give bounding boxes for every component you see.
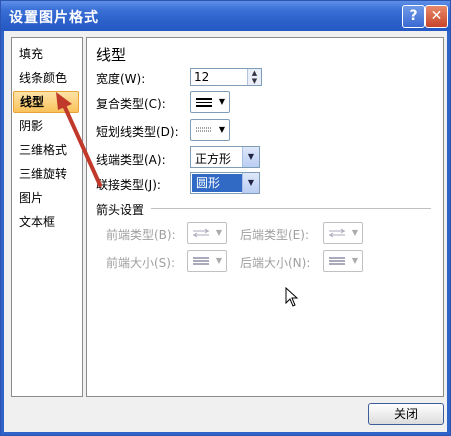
section-title: 线型 — [96, 46, 127, 64]
arrow-style-icon — [193, 228, 209, 238]
begin-size-dropdown[interactable]: ▼ — [187, 250, 227, 272]
window-title: 设置图片格式 — [9, 10, 99, 26]
chevron-down-icon: ▼ — [215, 228, 222, 237]
nav-item-picture[interactable]: 图片 — [19, 189, 43, 207]
dash-type-dropdown[interactable]: ▼ — [190, 119, 230, 141]
begin-size-label: 前端大小(S): — [106, 256, 176, 270]
nav-item-shadow[interactable]: 阴影 — [19, 117, 43, 135]
line-style-panel: 线型 宽度(W): 12 ▲ ▼ 复合类型(C): ▼ 短划线类型(D): ▼ 线 — [86, 37, 444, 397]
cap-type-label: 线端类型(A): — [96, 153, 166, 167]
compound-type-dropdown[interactable]: ▼ — [190, 91, 230, 113]
width-value: 12 — [194, 70, 210, 84]
nav-item-3d-rotation[interactable]: 三维旋转 — [19, 165, 67, 183]
join-type-label: 联接类型(J): — [96, 178, 161, 192]
cap-type-value: 正方形 — [195, 152, 232, 166]
nav-item-line-color[interactable]: 线条颜色 — [19, 69, 67, 87]
width-label: 宽度(W): — [96, 72, 146, 86]
close-button[interactable]: 关闭 — [368, 403, 444, 425]
titlebar: 设置图片格式 ? ✕ — [1, 1, 450, 31]
width-spinner[interactable]: 12 ▲ ▼ — [190, 68, 262, 86]
begin-type-dropdown[interactable]: ▼ — [187, 222, 227, 244]
compound-type-label: 复合类型(C): — [96, 97, 166, 111]
chevron-down-icon: ▼ — [218, 125, 225, 134]
nav-item-line-style[interactable]: 线型 — [13, 91, 79, 113]
begin-type-label: 前端类型(B): — [106, 228, 176, 242]
chevron-down-icon: ▼ — [351, 256, 358, 265]
compound-lines-icon — [196, 98, 212, 107]
spinner-arrows-icon[interactable]: ▲ ▼ — [247, 69, 261, 85]
dash-type-label: 短划线类型(D): — [96, 125, 179, 139]
category-nav: 填充 线条颜色 线型 阴影 三维格式 三维旋转 图片 文本框 — [11, 37, 83, 397]
mouse-cursor-icon — [285, 287, 299, 307]
arrow-size-icon — [193, 257, 209, 265]
end-size-dropdown[interactable]: ▼ — [323, 250, 363, 272]
end-size-label: 后端大小(N): — [240, 256, 311, 270]
cap-type-combo[interactable]: 正方形 ▼ — [190, 146, 260, 168]
dialog-window: 设置图片格式 ? ✕ 填充 线条颜色 线型 阴影 三维格式 三维旋转 图片 文本… — [0, 0, 451, 436]
close-window-button[interactable]: ✕ — [425, 5, 448, 28]
nav-item-text-box[interactable]: 文本框 — [19, 213, 55, 231]
section-divider — [151, 208, 431, 209]
join-type-value: 圆形 — [192, 174, 243, 192]
chevron-down-icon: ▼ — [351, 228, 358, 237]
join-type-combo[interactable]: 圆形 ▼ — [190, 172, 260, 194]
arrow-size-icon — [329, 257, 345, 265]
chevron-down-icon[interactable]: ▼ — [242, 147, 259, 167]
dialog-client: 填充 线条颜色 线型 阴影 三维格式 三维旋转 图片 文本框 线型 宽度(W):… — [4, 31, 447, 432]
nav-item-fill[interactable]: 填充 — [19, 45, 43, 63]
chevron-down-icon: ▼ — [215, 256, 222, 265]
arrow-settings-title: 箭头设置 — [96, 203, 145, 217]
chevron-down-icon: ▼ — [218, 97, 225, 106]
end-type-label: 后端类型(E): — [240, 228, 309, 242]
nav-item-3d-format[interactable]: 三维格式 — [19, 141, 67, 159]
arrow-style-icon — [329, 228, 345, 238]
chevron-down-icon[interactable]: ▼ — [242, 173, 259, 193]
help-button[interactable]: ? — [402, 5, 425, 28]
dash-line-icon — [196, 127, 212, 132]
end-type-dropdown[interactable]: ▼ — [323, 222, 363, 244]
